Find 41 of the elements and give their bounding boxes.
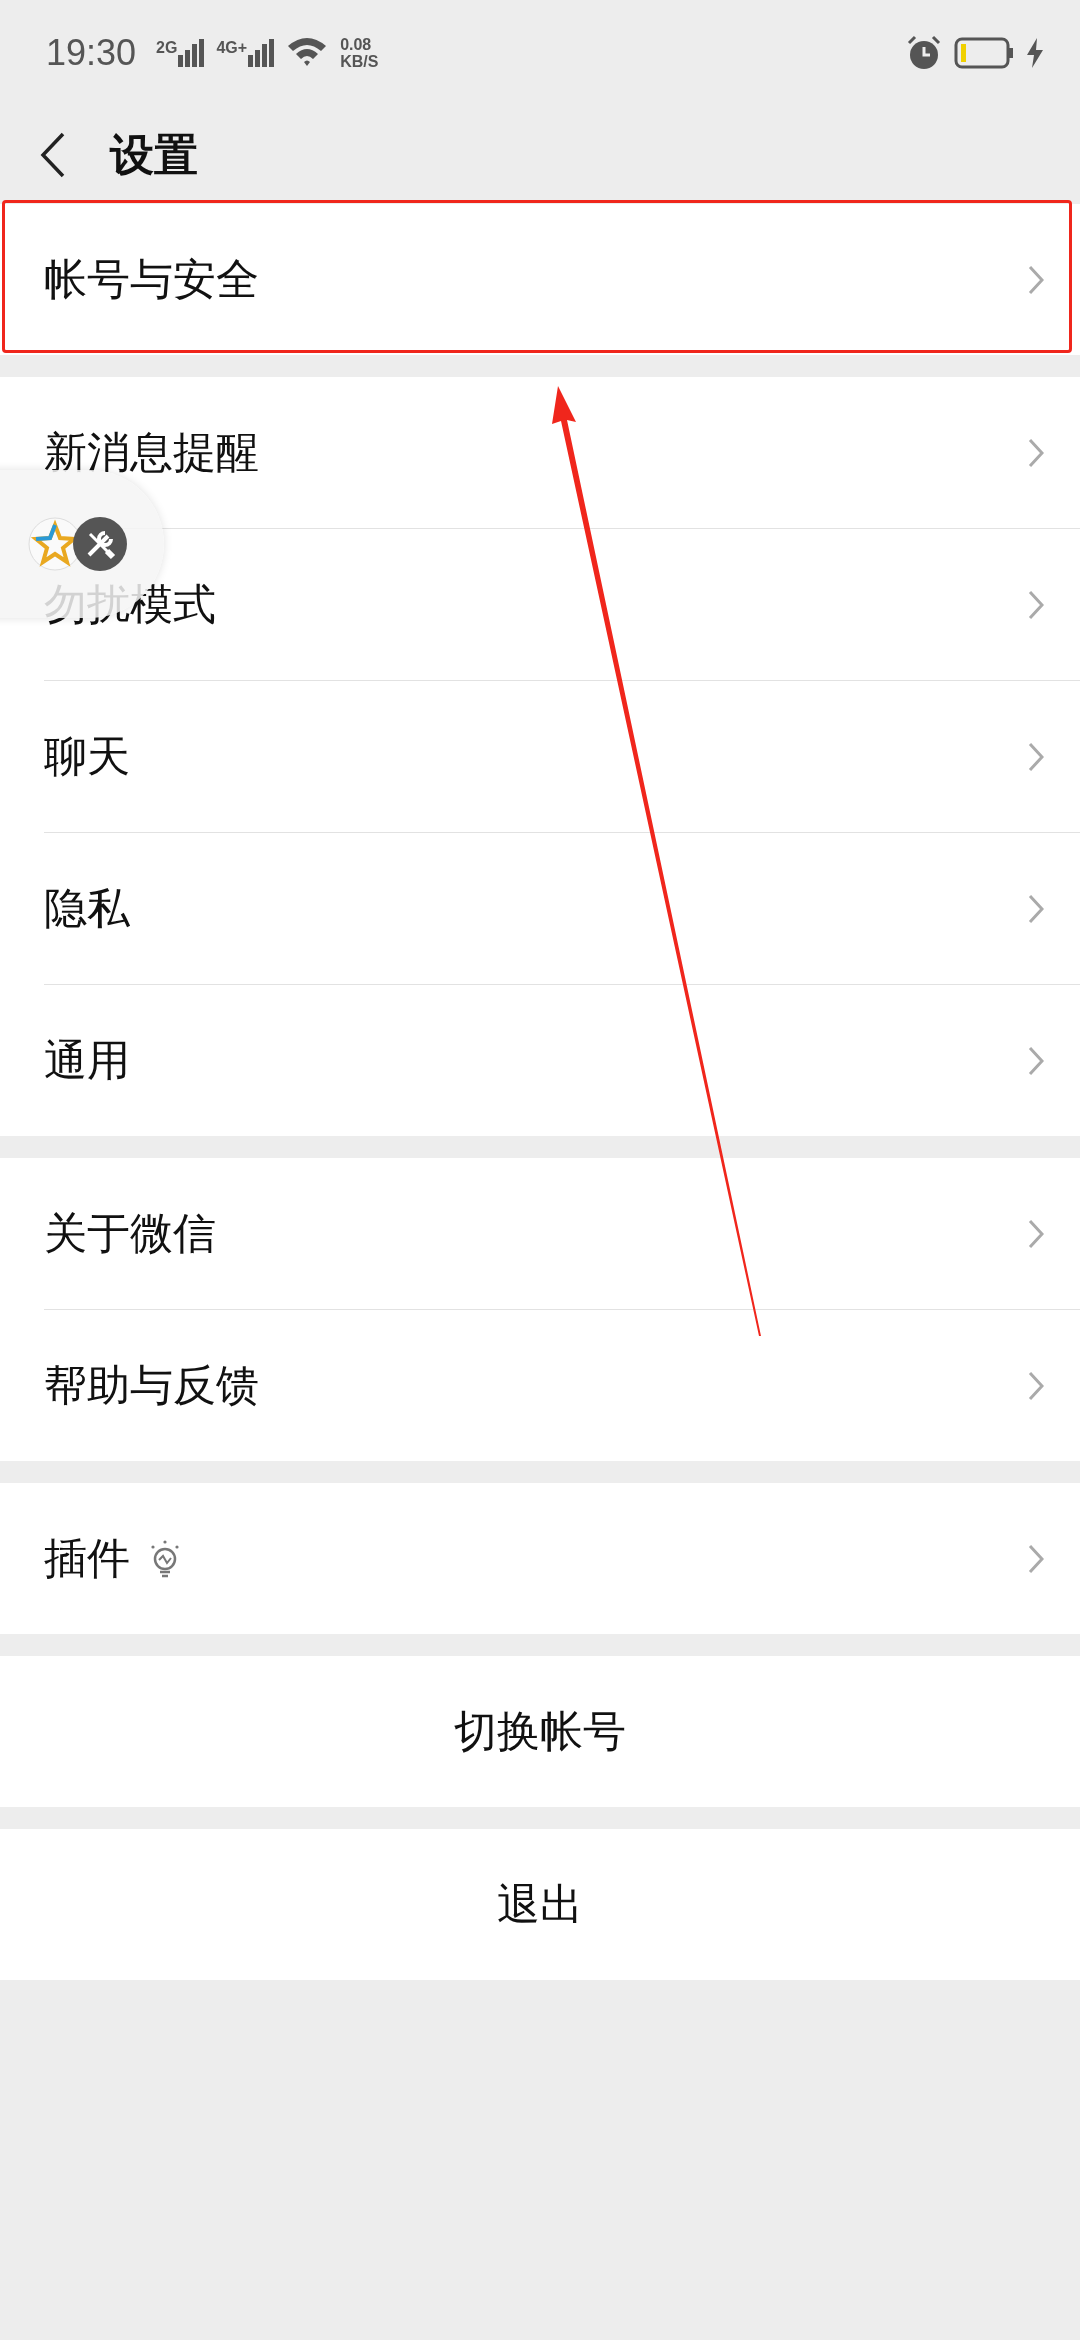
chevron-right-icon bbox=[1028, 1218, 1044, 1249]
item-label: 插件 bbox=[44, 1531, 130, 1585]
alarm-clock-icon bbox=[906, 35, 942, 71]
settings-item[interactable]: 通用 bbox=[0, 985, 1080, 1136]
item-label: 勿扰模式 bbox=[44, 577, 216, 631]
network-label: 2G bbox=[156, 39, 178, 56]
chevron-right-icon bbox=[1028, 589, 1044, 620]
chevron-right-icon bbox=[1028, 741, 1044, 772]
signal-icon bbox=[248, 39, 275, 67]
chevron-right-icon bbox=[1028, 1543, 1044, 1574]
chevron-right-icon bbox=[1028, 893, 1044, 924]
item-label: 通用 bbox=[44, 1033, 130, 1087]
action-button[interactable]: 切换帐号 bbox=[0, 1656, 1080, 1807]
item-label: 帮助与反馈 bbox=[44, 1358, 259, 1412]
speed-value: 0.08 bbox=[340, 36, 373, 53]
settings-item[interactable]: 插件 bbox=[0, 1483, 1080, 1634]
charging-icon bbox=[1026, 38, 1044, 68]
settings-item[interactable]: 帐号与安全 bbox=[0, 204, 1080, 355]
item-label: 帐号与安全 bbox=[44, 252, 259, 306]
settings-item[interactable]: 新消息提醒 bbox=[0, 377, 1080, 528]
settings-item[interactable]: 关于微信 bbox=[0, 1158, 1080, 1309]
chevron-right-icon bbox=[1028, 1045, 1044, 1076]
chevron-right-icon bbox=[1028, 264, 1044, 295]
page-title: 设置 bbox=[110, 127, 198, 182]
status-time: 19:30 bbox=[46, 32, 137, 74]
item-label: 聊天 bbox=[44, 729, 130, 783]
signal-icon bbox=[178, 39, 205, 67]
item-label: 关于微信 bbox=[44, 1206, 216, 1260]
settings-item[interactable]: 聊天 bbox=[0, 681, 1080, 832]
action-button[interactable]: 退出 bbox=[0, 1829, 1080, 1980]
chevron-right-icon bbox=[1028, 437, 1044, 468]
back-icon[interactable] bbox=[40, 132, 66, 178]
settings-item[interactable]: 隐私 bbox=[0, 833, 1080, 984]
item-label: 新消息提醒 bbox=[44, 425, 259, 479]
item-label: 隐私 bbox=[44, 881, 130, 935]
speed-unit: KB/S bbox=[340, 53, 379, 70]
battery-icon bbox=[954, 37, 1014, 69]
settings-item[interactable]: 帮助与反馈 bbox=[0, 1310, 1080, 1461]
chevron-right-icon bbox=[1028, 1370, 1044, 1401]
network-label: 4G+ bbox=[216, 39, 248, 56]
tools-icon bbox=[72, 516, 128, 572]
